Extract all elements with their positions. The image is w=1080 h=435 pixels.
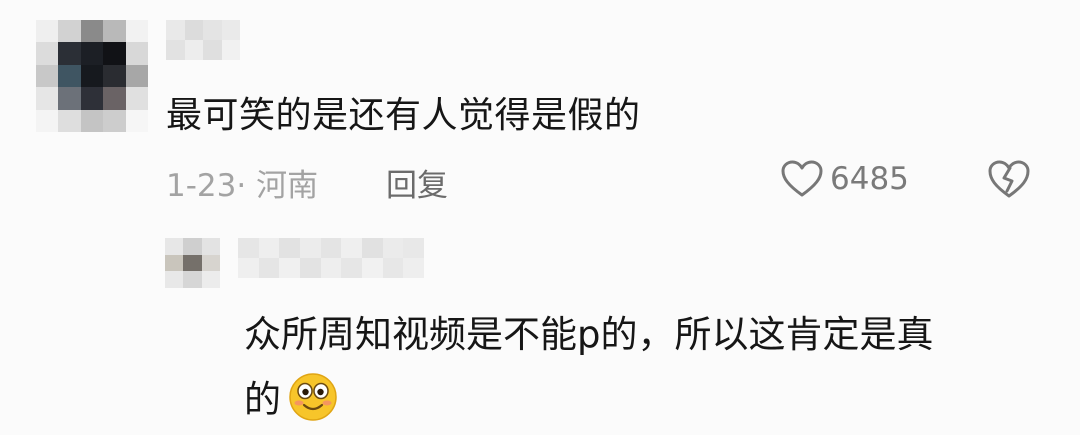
reply-text-line-1: 众所周知视频是不能p的，所以这肯定是真 (244, 313, 934, 356)
like-count: 6485 (830, 161, 909, 197)
reply-button[interactable]: 回复 (386, 160, 448, 205)
reply-text-line-2: 的 (244, 369, 339, 423)
comment-text: 最可笑的是还有人觉得是假的 (166, 95, 641, 136)
comment-date-location: 1-23· 河南 (166, 168, 319, 204)
avatar-reply[interactable] (165, 238, 220, 288)
username-main[interactable] (166, 20, 240, 60)
reply-text-tail: 的 (244, 378, 281, 421)
username-reply[interactable] (238, 238, 424, 278)
smiling-face-emoji-icon (289, 373, 337, 421)
broken-heart-icon[interactable] (986, 158, 1032, 200)
like-button[interactable]: 6485 (780, 158, 909, 200)
avatar-main[interactable] (36, 20, 148, 132)
heart-outline-icon (781, 160, 823, 197)
